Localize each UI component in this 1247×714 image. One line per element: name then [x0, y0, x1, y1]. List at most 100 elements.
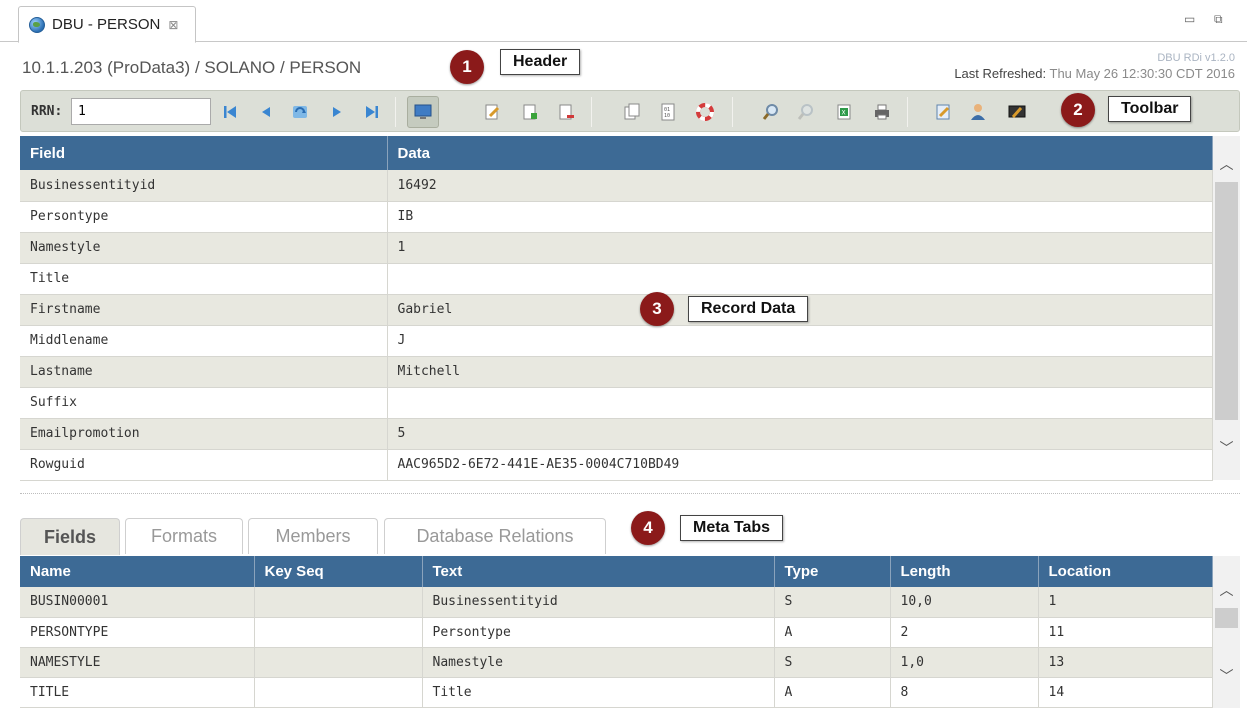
table-row[interactable]: Suffix [20, 387, 1213, 419]
tab-formats[interactable]: Formats [125, 518, 243, 554]
hex-icon[interactable]: 01 10 [656, 100, 680, 124]
lifebuoy-icon[interactable] [693, 100, 717, 124]
table-row[interactable]: Title [20, 263, 1213, 295]
chevron-down-icon[interactable]: ﹀ [1213, 438, 1240, 458]
text-cell: Namestyle [422, 647, 775, 678]
field-name-cell: Rowguid [20, 449, 388, 481]
field-name-cell: Firstname [20, 294, 388, 326]
add-record-icon[interactable] [518, 100, 542, 124]
delete-record-icon[interactable] [554, 100, 578, 124]
settings-icon[interactable] [1005, 100, 1029, 124]
toolbar-separator [591, 97, 592, 127]
field-value-cell[interactable]: 1 [387, 232, 1213, 264]
field-value-cell[interactable] [387, 263, 1213, 295]
length-cell: 1,0 [890, 647, 1039, 678]
table-row[interactable]: Firstname Gabriel [20, 294, 1213, 326]
rrn-label: RRN: [31, 104, 63, 119]
editor-tab-bar: DBU - PERSON ⊠ ▭ ⧉ [0, 0, 1247, 43]
length-cell: 2 [890, 617, 1039, 648]
toolbar-separator [732, 97, 733, 127]
table-row[interactable]: Lastname Mitchell [20, 356, 1213, 388]
minimize-icon[interactable]: ▭ [1184, 12, 1195, 26]
table-row[interactable]: NAMESTYLE Namestyle S 1,0 13 [20, 647, 1213, 678]
field-name-cell: Persontype [20, 201, 388, 233]
section-divider [20, 493, 1240, 494]
tab-fields[interactable]: Fields [20, 518, 120, 555]
maximize-icon[interactable]: ⧉ [1214, 12, 1223, 27]
table-row[interactable]: Persontype IB [20, 201, 1213, 233]
last-refreshed-value: Thu May 26 12:30:30 CDT 2016 [1049, 66, 1236, 81]
previous-record-icon[interactable] [254, 100, 278, 124]
toolbar-separator [395, 97, 396, 127]
field-value-cell[interactable] [387, 387, 1213, 419]
text-cell: Businessentityid [422, 587, 775, 618]
field-value-cell[interactable]: Mitchell [387, 356, 1213, 388]
column-header-type[interactable]: Type [774, 556, 891, 587]
last-record-icon[interactable] [360, 100, 384, 124]
table-row[interactable]: TITLE Title A 8 14 [20, 677, 1213, 708]
toolbar-separator [907, 97, 908, 127]
record-scrollbar[interactable]: ︿ ﹀ [1213, 136, 1240, 480]
field-name-cell: Suffix [20, 387, 388, 419]
display-icon[interactable] [407, 96, 439, 128]
table-row[interactable]: BUSIN00001 Businessentityid S 10,0 1 [20, 587, 1213, 618]
refresh-icon[interactable] [288, 100, 312, 124]
location-cell: 14 [1038, 677, 1213, 708]
tab-database-relations[interactable]: Database Relations [384, 518, 606, 554]
notes-icon[interactable] [931, 100, 955, 124]
column-header-name[interactable]: Name [20, 556, 255, 587]
column-header-location[interactable]: Location [1038, 556, 1213, 587]
table-row[interactable]: PERSONTYPE Persontype A 2 11 [20, 617, 1213, 648]
field-name-cell: Businessentityid [20, 170, 388, 202]
rrn-input[interactable] [71, 98, 211, 125]
table-row[interactable]: Rowguid AAC965D2-6E72-441E-AE35-0004C710B… [20, 449, 1213, 481]
version-label: DBU RDi v1.2.0 [1157, 52, 1235, 64]
column-header-length[interactable]: Length [890, 556, 1039, 587]
print-icon[interactable] [870, 100, 894, 124]
column-header-data[interactable]: Data [387, 136, 1213, 170]
name-cell: TITLE [20, 677, 255, 708]
field-value-cell[interactable]: IB [387, 201, 1213, 233]
field-name-cell: Title [20, 263, 388, 295]
first-record-icon[interactable] [218, 100, 242, 124]
copy-icon[interactable] [620, 100, 644, 124]
column-header-field[interactable]: Field [20, 136, 388, 170]
table-row[interactable]: Businessentityid 16492 [20, 170, 1213, 202]
record-data-table: Field Data Businessentityid 16492 Persont… [20, 136, 1213, 481]
table-row[interactable]: Emailpromotion 5 [20, 418, 1213, 450]
find-next-icon[interactable] [794, 100, 818, 124]
chevron-up-icon[interactable]: ︿ [1213, 580, 1240, 600]
close-icon[interactable]: ⊠ [168, 18, 178, 32]
field-value-cell[interactable]: J [387, 325, 1213, 357]
column-header-text[interactable]: Text [422, 556, 775, 587]
scrollbar-thumb[interactable] [1215, 182, 1238, 420]
callout-badge-4: 4 [631, 511, 665, 545]
find-icon[interactable] [759, 100, 783, 124]
fields-scrollbar[interactable]: ︿ ﹀ [1213, 556, 1240, 708]
key-seq-cell [254, 587, 423, 618]
column-header-key-seq[interactable]: Key Seq [254, 556, 423, 587]
export-icon[interactable]: X [832, 100, 856, 124]
svg-text:X: X [842, 110, 846, 117]
tab-members[interactable]: Members [248, 518, 378, 554]
edit-icon[interactable] [480, 100, 504, 124]
table-row[interactable]: Middlename J [20, 325, 1213, 357]
key-seq-cell [254, 617, 423, 648]
user-icon[interactable] [967, 100, 991, 124]
field-value-cell[interactable]: 16492 [387, 170, 1213, 202]
table-row[interactable]: Namestyle 1 [20, 232, 1213, 264]
callout-badge-1: 1 [450, 50, 484, 84]
next-record-icon[interactable] [325, 100, 349, 124]
chevron-up-icon[interactable]: ︿ [1213, 154, 1240, 174]
callout-header: Header [500, 49, 581, 75]
field-value-cell[interactable]: 5 [387, 418, 1213, 450]
field-value-cell[interactable]: AAC965D2-6E72-441E-AE35-0004C710BD49 [387, 449, 1213, 481]
record-header-row: Field Data [20, 136, 1213, 170]
name-cell: PERSONTYPE [20, 617, 255, 648]
editor-tab-person[interactable]: DBU - PERSON ⊠ [18, 6, 196, 43]
type-cell: S [774, 647, 891, 678]
chevron-down-icon[interactable]: ﹀ [1213, 666, 1240, 686]
key-seq-cell [254, 647, 423, 678]
length-cell: 8 [890, 677, 1039, 708]
scrollbar-thumb[interactable] [1215, 608, 1238, 628]
